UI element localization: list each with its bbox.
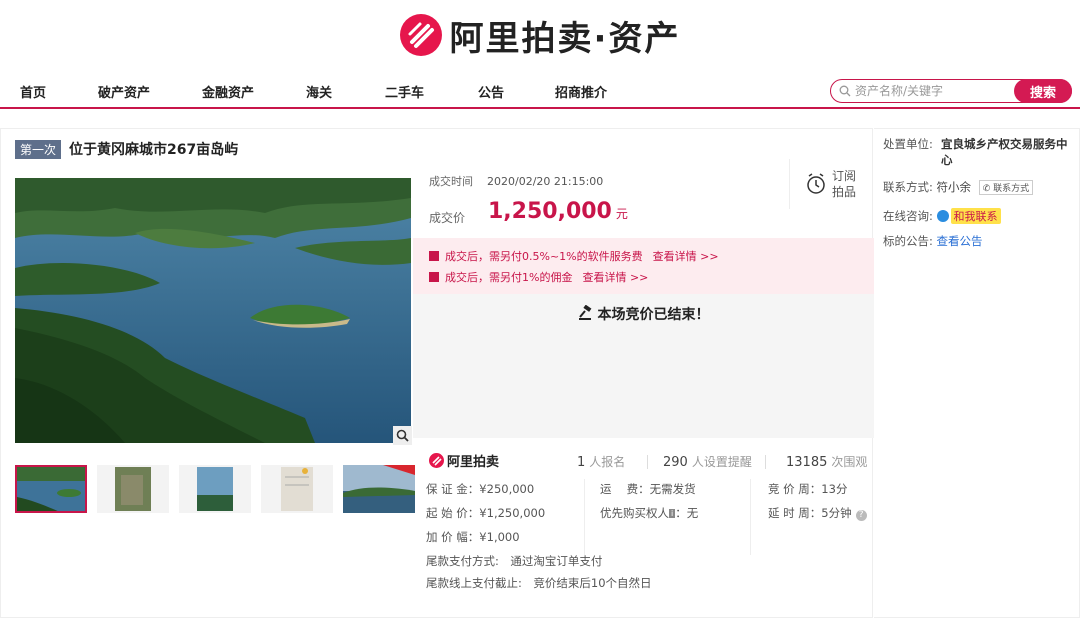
view-count: 13185 次围观 <box>786 453 867 470</box>
disposal-unit-label-text: 处置单位: <box>883 137 933 151</box>
deal-time-label: 成交时间 <box>429 175 473 188</box>
stat-divider <box>647 455 648 469</box>
stats-row: 阿里拍卖 1 人报名 290 人设置提醒 13185 次围观 <box>413 449 874 473</box>
gift-icon <box>429 272 439 282</box>
search-box: 搜索 <box>830 79 1072 103</box>
price-value: 1,250,000 元 <box>488 199 628 224</box>
disposal-unit-name: 宜良城乡产权交易服务中心 <box>941 137 1068 167</box>
zoom-icon[interactable] <box>393 426 412 445</box>
auction-main-panel: 第一次 位于黄冈麻城市267亩岛屿 成交时间 2020/02/20 21:15:… <box>0 128 874 618</box>
view-label: 次围观 <box>831 455 868 469</box>
bid-cycle: 竞 价 周：13分 <box>768 482 848 496</box>
shipping-fee: 运 费：无需发货 <box>600 482 696 496</box>
reminder-label: 人设置提醒 <box>691 455 752 469</box>
nav-divider <box>0 107 1080 109</box>
signup-count: 1 人报名 <box>577 453 625 470</box>
priority-buyer-value: ：无 <box>675 506 699 520</box>
balance-payment-method: 尾款支付方式: 通过淘宝订单支付 <box>426 554 603 568</box>
start-price: 起 始 价：¥1,250,000 <box>426 506 546 520</box>
contact-row: 联系方式: 符小余 ✆ 联系方式 <box>883 179 1034 195</box>
wangwang-icon <box>936 210 949 222</box>
reminder-count: 290 人设置提醒 <box>663 453 752 470</box>
alipaimai-logo-icon[interactable] <box>399 14 442 56</box>
contact-info-label: 联系方式 <box>993 184 1030 194</box>
terms-divider <box>750 479 751 555</box>
contact-label: 联系方式: <box>883 180 933 194</box>
contact-name: 符小余 <box>936 180 972 194</box>
nav-item-used-cars[interactable]: 二手车 <box>385 82 424 101</box>
gavel-icon <box>578 304 591 320</box>
online-consult-label: 在线咨询: <box>883 209 933 223</box>
thumbnail-strip <box>15 465 415 515</box>
alipaimai-small-logo: 阿里拍卖 <box>429 451 499 470</box>
signup-label: 人报名 <box>589 455 626 469</box>
search-input[interactable] <box>855 82 1005 100</box>
priority-buyer-label: 优先购买权人 <box>600 506 669 520</box>
gift-icon <box>429 251 439 261</box>
service-fee-text: 成交后，需另付0.5%~1%的软件服务费 <box>445 250 643 263</box>
item-title: 位于黄冈麻城市267亩岛屿 <box>69 142 239 158</box>
alipaimai-logo-icon <box>429 453 444 468</box>
view-announcement-link[interactable]: 查看公告 <box>937 234 983 248</box>
search-button[interactable]: 搜索 <box>1014 79 1072 103</box>
balance-payment-deadline: 尾款线上支付截止: 竞价结束后10个自然日 <box>426 576 652 590</box>
nav-item-financial-assets[interactable]: 金融资产 <box>202 82 254 101</box>
signup-number: 1 <box>577 455 586 470</box>
nav-item-announcements[interactable]: 公告 <box>478 82 504 101</box>
round-badge: 第一次 <box>15 139 62 159</box>
service-fee-notice: 成交后，需另付0.5%~1%的软件服务费 查看详情 >> <box>429 248 719 264</box>
stat-divider <box>765 455 766 469</box>
phone-icon: ✆ <box>982 184 991 194</box>
deal-time: 成交时间 2020/02/20 21:15:00 <box>429 173 603 189</box>
brand-name[interactable]: 阿里拍卖·资产 <box>450 11 681 60</box>
nav-item-home[interactable]: 首页 <box>20 82 46 101</box>
fee-notice-box: 成交后，需另付0.5%~1%的软件服务费 查看详情 >> 成交后，需另付1%的佣金… <box>413 238 874 294</box>
nav-item-customs[interactable]: 海关 <box>306 82 332 101</box>
alarm-clock-icon <box>807 173 825 194</box>
auction-ended-message: 本场竞价已结束！ <box>413 304 874 324</box>
nav-item-bankruptcy-assets[interactable]: 破产资产 <box>98 82 150 101</box>
reminder-number: 290 <box>663 455 688 470</box>
bid-increment: 加 价 幅：¥1,000 <box>426 530 520 544</box>
small-logo-text: 阿里拍卖 <box>447 455 500 470</box>
commission-text: 成交后，需另付1%的佣金 <box>445 271 573 284</box>
service-fee-detail-link[interactable]: 查看详情 >> <box>653 250 719 263</box>
announcement-label: 标的公告: <box>883 234 933 248</box>
subscribe-button[interactable]: 订阅 拍品 <box>789 159 874 209</box>
online-consult-row: 在线咨询: 和我联系 <box>883 208 1001 224</box>
brand-header: 阿里拍卖·资产 <box>0 10 1080 60</box>
search-icon <box>839 85 851 97</box>
main-lake-island-photo[interactable] <box>15 178 411 443</box>
disposal-unit-label: 处置单位: <box>883 136 933 152</box>
title-row: 第一次 位于黄冈麻城市267亩岛屿 <box>15 139 238 159</box>
announcement-row: 标的公告: 查看公告 <box>883 233 983 249</box>
thumbnail-4[interactable] <box>261 465 333 513</box>
contact-me-button[interactable]: 和我联系 <box>950 208 1001 224</box>
contact-info-button[interactable]: ✆ 联系方式 <box>978 180 1034 195</box>
deal-time-value: 2020/02/20 21:15:00 <box>487 175 604 188</box>
priority-buyer: 优先购买权人 i ：无 <box>600 505 698 521</box>
subscribe-line2: 拍品 <box>832 185 857 199</box>
help-icon[interactable]: ? <box>855 510 867 521</box>
price-amount: 1,250,000 <box>488 199 612 224</box>
price-unit: 元 <box>615 207 628 221</box>
commission-detail-link[interactable]: 查看详情 >> <box>582 271 648 284</box>
thumbnail-1[interactable] <box>15 465 87 513</box>
thumbnail-5[interactable] <box>343 465 415 513</box>
subscribe-line1: 订阅 <box>832 169 857 183</box>
subscribe-label: 订阅 拍品 <box>832 168 856 200</box>
terms-divider <box>584 479 585 555</box>
price-label: 成交价 <box>429 211 466 225</box>
auction-ended-text: 本场竞价已结束！ <box>597 307 710 323</box>
thumbnail-2[interactable] <box>97 465 169 513</box>
extension-cycle-text: 延 时 周：5分钟 <box>768 506 852 520</box>
nav-item-investment[interactable]: 招商推介 <box>555 82 607 101</box>
auction-ended-panel: 本场竞价已结束！ <box>413 294 874 438</box>
deposit: 保 证 金：¥250,000 <box>426 482 535 496</box>
view-number: 13185 <box>786 455 828 470</box>
commission-notice: 成交后，需另付1%的佣金 查看详情 >> <box>429 269 648 285</box>
thumbnail-3[interactable] <box>179 465 251 513</box>
extension-cycle: 延 时 周：5分钟? <box>768 505 867 521</box>
seller-sidebar: 处置单位: 宜良城乡产权交易服务中心 联系方式: 符小余 ✆ 联系方式 在线咨询… <box>874 128 1080 618</box>
